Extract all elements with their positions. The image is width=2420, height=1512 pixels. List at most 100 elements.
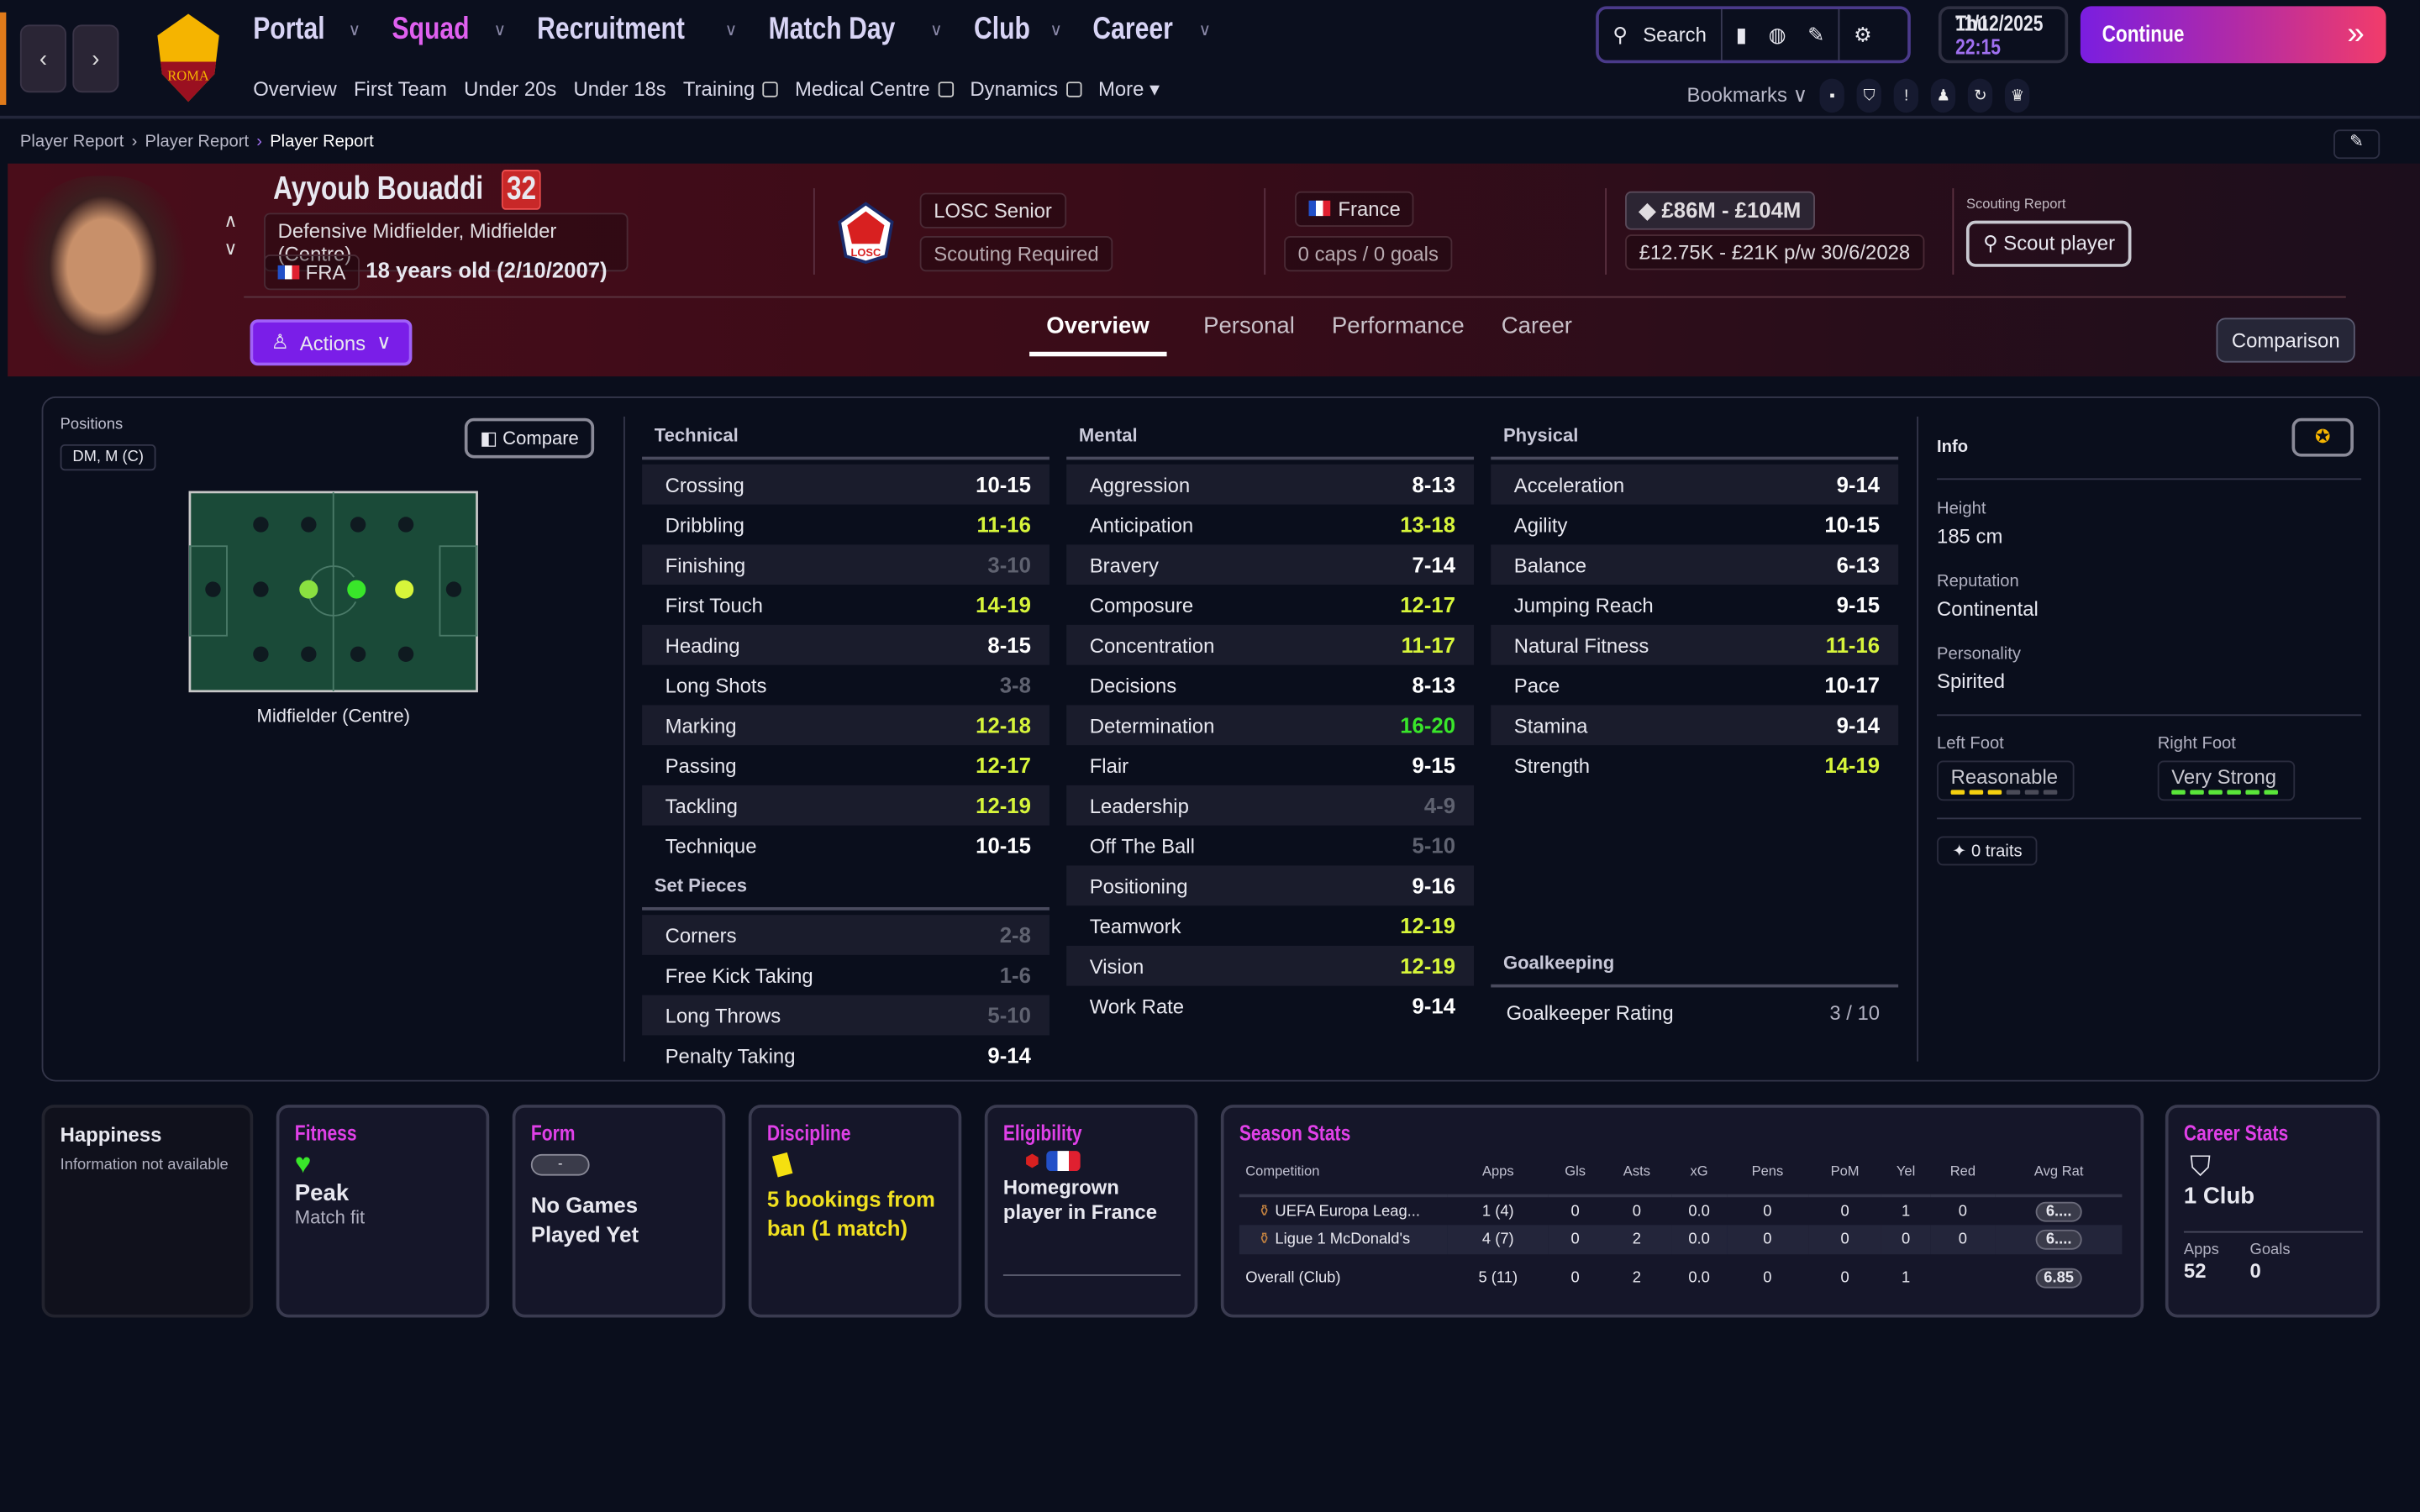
nav-portal[interactable]: Portal ∨ <box>253 13 360 48</box>
column-header[interactable]: Competition <box>1239 1163 1448 1196</box>
attribute-row[interactable]: Aggression 8-13 <box>1066 464 1475 505</box>
attribute-row[interactable]: First Touch 14-19 <box>642 585 1050 625</box>
tab-overview[interactable]: Overview <box>1029 313 1167 357</box>
attribute-row[interactable]: Stamina 9-14 <box>1491 705 1899 746</box>
discipline-card[interactable]: Discipline 5 bookings from ban (1 match) <box>748 1105 962 1318</box>
chevron-down-icon[interactable]: ∨ <box>224 234 237 262</box>
nationality[interactable]: France <box>1294 191 1415 227</box>
nav-match-day[interactable]: Match Day ∨ <box>768 13 943 48</box>
scout-icon[interactable]: ♟ <box>1931 78 1956 113</box>
subnav-more[interactable]: More ▾ <box>1098 77 1160 102</box>
attribute-row[interactable]: Determination 16-20 <box>1066 705 1475 746</box>
attribute-row[interactable]: Off The Ball 5-10 <box>1066 826 1474 866</box>
attribute-row[interactable]: Concentration 11-17 <box>1066 624 1475 665</box>
subnav-dynamics[interactable]: Dynamics <box>970 77 1081 102</box>
attribute-row[interactable]: Leadership 4-9 <box>1066 785 1475 826</box>
column-header[interactable]: Pens <box>1727 1163 1808 1196</box>
attribute-row[interactable]: Natural Fitness 11-16 <box>1491 624 1899 665</box>
shirt-icon[interactable]: ⛉ <box>1856 78 1882 113</box>
traits-button[interactable]: ✦ 0 traits <box>1937 836 2038 866</box>
eligibility-card[interactable]: Eligibility ⬢ Homegrown player in France <box>984 1105 1198 1318</box>
attribute-row[interactable]: Agility 10-15 <box>1491 505 1898 545</box>
back-button[interactable]: ‹ <box>19 24 66 93</box>
attribute-row[interactable]: Jumping Reach 9-15 <box>1491 585 1898 625</box>
attribute-row[interactable]: Teamwork 12-19 <box>1066 906 1474 946</box>
attribute-row[interactable]: Heading 8-15 <box>642 624 1050 665</box>
tab-performance[interactable]: Performance <box>1332 313 1465 356</box>
attribute-row[interactable]: Long Throws 5-10 <box>642 995 1050 1036</box>
continue-button[interactable]: Continue » <box>2080 6 2386 64</box>
chat-icon[interactable]: ▪ <box>1819 78 1845 113</box>
club-badge-losc[interactable]: LOSC <box>834 201 898 270</box>
attribute-row[interactable]: Strength 14-19 <box>1491 745 1898 785</box>
trophy-icon[interactable]: ♛ <box>2005 78 2030 113</box>
table-row[interactable]: ⚱ UEFA Europa Leag... 1 (4) 0 0 0.0 0 0 1 0 6.... <box>1239 1195 2123 1225</box>
attribute-row[interactable]: Flair 9-15 <box>1066 745 1474 785</box>
subnav-medical-centre[interactable]: Medical Centre <box>795 77 954 102</box>
column-header[interactable]: Gls <box>1549 1163 1602 1196</box>
comparison-button[interactable]: Comparison <box>2216 318 2355 363</box>
attribute-row[interactable]: Tackling 12-19 <box>642 785 1050 826</box>
attribute-row[interactable]: Marking 12-18 <box>642 705 1050 746</box>
refresh-icon[interactable]: ↻ <box>1968 78 1993 113</box>
fitness-card[interactable]: Fitness ♥ Peak Match fit <box>276 1105 490 1318</box>
club-logo[interactable]: ROMA <box>153 13 224 105</box>
attribute-row[interactable]: Technique 10-15 <box>642 826 1050 866</box>
attribute-row[interactable]: Dribbling 11-16 <box>642 505 1050 545</box>
pencil-icon[interactable]: ✎ <box>1807 23 1824 47</box>
attribute-row[interactable]: Finishing 3-10 <box>642 544 1050 585</box>
nav-career[interactable]: Career ∨ <box>1093 13 1211 48</box>
settings-button[interactable]: ⚙ <box>1840 9 1886 60</box>
search-button[interactable]: ⚲ Search <box>1599 9 1723 60</box>
column-header[interactable]: xG <box>1671 1163 1727 1196</box>
attribute-row[interactable]: Acceleration 9-14 <box>1491 464 1899 505</box>
nav-recruitment[interactable]: Recruitment ∨ <box>537 13 737 48</box>
breadcrumb-item[interactable]: Player Report <box>20 133 124 151</box>
attribute-row[interactable]: Passing 12-17 <box>642 745 1050 785</box>
subnav-under-20s[interactable]: Under 20s <box>464 77 556 102</box>
star-player-button[interactable]: ✪ <box>2291 417 2354 457</box>
subnav-training[interactable]: Training <box>683 77 778 102</box>
happiness-card[interactable]: Happiness Information not available <box>41 1105 254 1318</box>
column-header[interactable]: Apps <box>1448 1163 1549 1196</box>
nav-squad[interactable]: Squad ∨ <box>392 13 506 48</box>
subnav-under-18s[interactable]: Under 18s <box>574 77 666 102</box>
game-date[interactable]: 11/12/2025 Thu 22:15 <box>1938 6 2069 64</box>
alert-icon[interactable]: ! <box>1893 78 1919 113</box>
forward-button[interactable]: › <box>72 24 119 93</box>
attribute-row[interactable]: Crossing 10-15 <box>642 464 1050 505</box>
chevron-up-icon[interactable]: ∧ <box>224 207 237 234</box>
attribute-row[interactable]: Vision 12-19 <box>1066 945 1475 986</box>
column-header[interactable]: PoM <box>1808 1163 1881 1196</box>
nav-club[interactable]: Club ∨ <box>974 13 1063 48</box>
edit-page-button[interactable]: ✎ <box>2333 129 2381 160</box>
attribute-row[interactable]: Positioning 9-16 <box>1066 865 1475 906</box>
attribute-row[interactable]: Anticipation 13-18 <box>1066 505 1474 545</box>
attribute-row[interactable]: Free Kick Taking 1-6 <box>642 955 1050 995</box>
season-stats-card[interactable]: Season Stats Competition Apps Gls Asts xG Pen… <box>1220 1105 2144 1318</box>
attribute-row[interactable]: Bravery 7-14 <box>1066 544 1475 585</box>
breadcrumb-item[interactable]: Player Report <box>145 133 250 151</box>
attribute-row[interactable]: Decisions 8-13 <box>1066 665 1474 706</box>
attribute-row[interactable]: Balance 6-13 <box>1491 544 1899 585</box>
column-header[interactable]: Yel <box>1881 1163 1930 1196</box>
attribute-row[interactable]: Corners 2-8 <box>642 915 1050 955</box>
attribute-row[interactable]: Work Rate 9-14 <box>1066 986 1474 1026</box>
tab-personal[interactable]: Personal <box>1203 313 1295 356</box>
column-header[interactable]: Avg Rat <box>1996 1163 2123 1196</box>
column-header[interactable]: Red <box>1930 1163 1996 1196</box>
attribute-row[interactable]: Long Shots 3-8 <box>642 665 1050 706</box>
form-card[interactable]: Form - No Games Played Yet <box>512 1105 726 1318</box>
column-header[interactable]: Asts <box>1602 1163 1672 1196</box>
bookmarks-dropdown[interactable]: Bookmarks ∨ <box>1687 83 1808 108</box>
actions-button[interactable]: ♙ Actions ∨ <box>250 319 413 366</box>
tab-career[interactable]: Career <box>1502 313 1572 356</box>
compare-button[interactable]: ◧ Compare <box>464 417 595 459</box>
subnav-overview[interactable]: Overview <box>253 77 337 102</box>
attribute-row[interactable]: Penalty Taking 9-14 <box>642 1035 1050 1075</box>
globe-icon[interactable]: ◍ <box>1769 23 1786 47</box>
attribute-row[interactable]: Composure 12-17 <box>1066 585 1474 625</box>
scout-player-button[interactable]: ⚲ Scout player <box>1965 220 2133 267</box>
bookmark-icon[interactable]: ▮ <box>1736 23 1747 47</box>
subnav-first-team[interactable]: First Team <box>354 77 447 102</box>
